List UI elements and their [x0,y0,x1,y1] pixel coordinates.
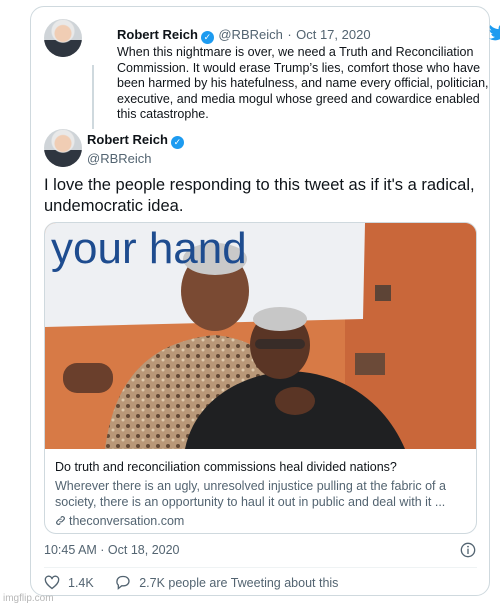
verified-badge-icon: ✓ [200,31,214,44]
tweet-card: Robert Reich ✓ @RBReich · Oct 17, 2020 Wh… [30,6,500,596]
tweet-text: I love the people responding to this twe… [44,176,475,215]
quoted-tweet-text: When this nightmare is over, we need a T… [117,45,489,121]
author-handle[interactable]: @RBReich [87,151,184,166]
link-meta: Do truth and reconciliation commissions … [55,459,470,528]
link-domain[interactable]: theconversation.com [55,514,470,528]
like-button[interactable]: 1.4K [44,575,94,590]
tweet-header: Robert Reich ✓ @RBReich [87,131,184,166]
article-photo: your hand [45,223,476,449]
banner-text: your hand [51,224,247,273]
like-count: 1.4K [68,575,94,590]
heart-icon [44,575,60,590]
verified-badge-icon: ✓ [170,136,184,149]
quoted-tweet-header: Robert Reich ✓ @RBReich · Oct 17, 2020 [117,26,371,44]
avatar[interactable] [44,19,82,57]
speech-bubble-icon [116,575,130,590]
tweeting-about-text: 2.7K people are Tweeting about this [139,575,339,590]
divider [44,567,477,568]
link-preview-card[interactable]: your hand Do truth and reconciliation co… [44,222,477,534]
author-name[interactable]: Robert Reich [117,27,198,42]
avatar[interactable] [44,129,82,167]
tweet-actions: 1.4K 2.7K people are Tweeting about this [44,575,356,593]
separator-dot: · [287,27,292,42]
link-title[interactable]: Do truth and reconciliation commissions … [55,459,470,475]
twitter-bird-icon[interactable] [489,24,500,41]
author-handle[interactable]: @RBReich [218,27,283,42]
link-icon [56,516,65,525]
author-name[interactable]: Robert Reich [87,132,168,147]
tweet-timestamp[interactable]: 10:45 AM · Oct 18, 2020 [44,543,180,557]
watermark: imgflip.com [3,593,54,604]
info-icon[interactable] [460,542,476,558]
link-description: Wherever there is an ugly, unresolved in… [55,479,446,509]
tweet-date[interactable]: Oct 17, 2020 [296,27,370,42]
link-domain-text: theconversation.com [69,514,185,528]
thread-line [92,65,94,129]
tweeting-about-link[interactable]: 2.7K people are Tweeting about this [115,575,338,590]
